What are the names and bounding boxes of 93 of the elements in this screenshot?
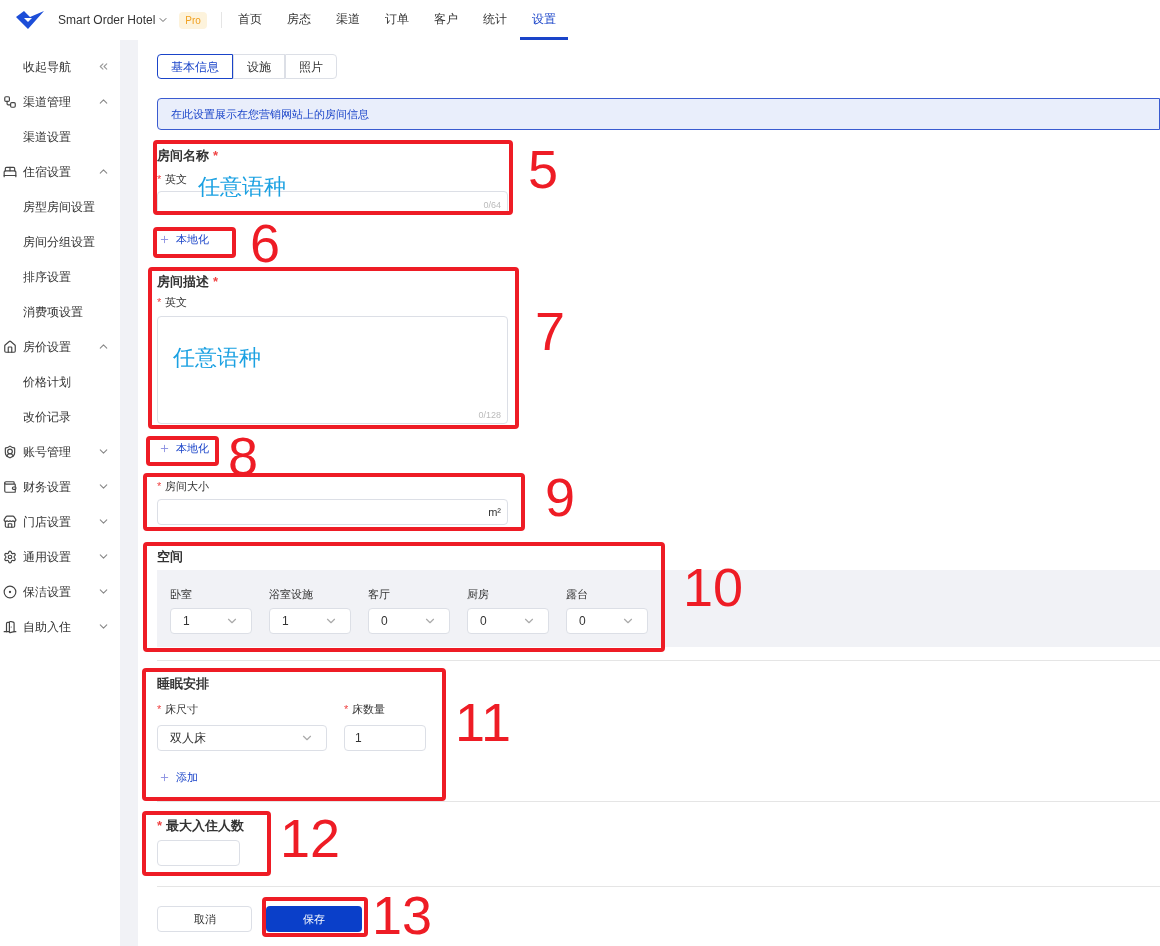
- annotation-number: 5: [528, 139, 559, 199]
- sidebar-group[interactable]: 房价设置: [23, 337, 97, 356]
- shield-user-icon: [3, 444, 17, 459]
- save-button[interactable]: 保存: [266, 906, 362, 932]
- nodes-icon: [3, 94, 17, 109]
- field-label: 英文: [165, 296, 188, 308]
- sidebar-item[interactable]: 消费项设置: [23, 302, 83, 321]
- segment-tab[interactable]: 基本信息: [157, 54, 233, 79]
- sidebar-item[interactable]: 渠道设置: [23, 127, 71, 146]
- sidebar-item[interactable]: 价格计划: [23, 372, 71, 391]
- annotation-number: 6: [250, 213, 281, 273]
- sidebar-group[interactable]: 自助入住: [23, 617, 97, 636]
- field-label: 房间大小: [165, 480, 210, 492]
- section-title: 空间: [157, 549, 183, 564]
- guests-field[interactable]: [157, 840, 240, 866]
- dropdown[interactable]: 双人床: [157, 725, 327, 751]
- sidebar-item[interactable]: 改价记录: [23, 407, 71, 426]
- field-label: 最大入住人数: [166, 818, 245, 833]
- nav-tab[interactable]: 订单: [373, 0, 422, 40]
- dropdown[interactable]: 0: [566, 608, 648, 634]
- sidebar-item[interactable]: 房型房间设置: [23, 197, 95, 216]
- field-label: 客厅: [368, 588, 390, 600]
- dropdown[interactable]: 0: [368, 608, 450, 634]
- hotel-name[interactable]: Smart Order Hotel: [58, 11, 156, 29]
- settings-icon: [3, 549, 17, 564]
- required-mark: *: [157, 296, 162, 308]
- nav-tab[interactable]: 设置: [520, 0, 569, 40]
- required-mark: *: [157, 818, 163, 833]
- required-mark: *: [157, 703, 162, 715]
- annotation-number: 13: [372, 885, 433, 945]
- sidebar-group[interactable]: 通用设置: [23, 547, 97, 566]
- sidebar-group[interactable]: 住宿设置: [23, 162, 97, 181]
- sidebar-group[interactable]: 门店设置: [23, 512, 97, 531]
- localize-link[interactable]: 本地化: [176, 232, 209, 246]
- plus-icon: [159, 442, 170, 454]
- nav-tab[interactable]: 房态: [275, 0, 324, 40]
- required-mark: *: [157, 480, 162, 492]
- field-label: 卧室: [170, 588, 192, 600]
- section-title: 房间名称: [157, 148, 209, 163]
- segment-tab[interactable]: 设施: [233, 54, 285, 79]
- size-field[interactable]: m²: [157, 499, 508, 525]
- sidebar-group[interactable]: 保洁设置: [23, 582, 97, 601]
- field-label: 床数量: [352, 703, 386, 715]
- field-label: 浴室设施: [269, 588, 313, 600]
- door-icon: [3, 619, 17, 634]
- field-label: 英文: [165, 173, 188, 185]
- sidebar-group[interactable]: 财务设置: [23, 477, 97, 496]
- overlay-caption: 任意语种: [173, 344, 261, 372]
- nav-tab[interactable]: 首页: [226, 0, 275, 40]
- plus-icon: [159, 771, 170, 783]
- field-label: 床尺寸: [165, 703, 199, 715]
- dropdown[interactable]: 1: [269, 608, 351, 634]
- required-mark: *: [344, 703, 349, 715]
- plus-icon: [159, 233, 170, 245]
- sidebar-item[interactable]: 房间分组设置: [23, 232, 95, 251]
- logo-icon: [14, 9, 46, 31]
- nav-tab[interactable]: 统计: [471, 0, 520, 40]
- wallet-icon: [3, 479, 17, 494]
- segment-tab[interactable]: 照片: [285, 54, 337, 79]
- unit-label: m²: [488, 504, 501, 520]
- annotation-number: 12: [280, 808, 341, 868]
- annotation-number: 10: [683, 557, 744, 617]
- bed-icon: [3, 164, 17, 179]
- circle-icon: [3, 584, 17, 599]
- char-counter: 0/128: [478, 408, 501, 422]
- double-chevron-left-icon[interactable]: [97, 60, 110, 73]
- dropdown[interactable]: 0: [467, 608, 549, 634]
- sidebar-item[interactable]: 排序设置: [23, 267, 71, 286]
- bed-count-field[interactable]: 1: [344, 725, 426, 751]
- store-icon: [3, 514, 17, 529]
- annotation-number: 11: [455, 692, 512, 752]
- cancel-button[interactable]: 取消: [157, 906, 252, 932]
- required-mark: *: [157, 173, 162, 185]
- annotation-number: 9: [545, 467, 576, 527]
- char-counter: 0/64: [483, 198, 501, 212]
- required-mark: *: [213, 274, 219, 289]
- localize-link[interactable]: 本地化: [176, 441, 209, 455]
- sidebar-group[interactable]: 渠道管理: [23, 92, 97, 111]
- pro-badge: Pro: [179, 11, 207, 29]
- add-link[interactable]: 添加: [176, 770, 198, 784]
- collapse-nav-label[interactable]: 收起导航: [23, 57, 71, 76]
- dropdown[interactable]: 1: [170, 608, 252, 634]
- house-icon: [3, 339, 17, 354]
- nav-tab[interactable]: 客户: [422, 0, 471, 40]
- nav-tab[interactable]: 渠道: [324, 0, 373, 40]
- sidebar-group[interactable]: 账号管理: [23, 442, 97, 461]
- field-label: 露台: [566, 588, 588, 600]
- section-title: 房间描述: [157, 274, 209, 289]
- field-label: 厨房: [467, 588, 489, 600]
- annotation-number: 7: [535, 301, 566, 361]
- info-banner: 在此设置展示在您营销网站上的房间信息: [157, 98, 1160, 130]
- required-mark: *: [213, 148, 219, 163]
- section-title: 睡眠安排: [157, 676, 209, 691]
